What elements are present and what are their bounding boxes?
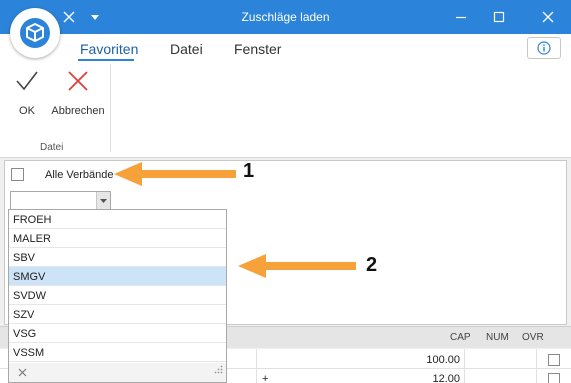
minimize-icon (456, 16, 466, 19)
resize-grip-icon[interactable] (214, 361, 223, 379)
annotation-arrow-1 (114, 162, 236, 186)
close-icon (18, 368, 27, 377)
cube-icon (20, 18, 50, 48)
ribbon-tab-bar: Favoriten Datei Fenster (0, 34, 571, 62)
row-checkbox[interactable] (548, 354, 560, 366)
all-associations-label: Alle Verbände (45, 169, 114, 181)
overwrite-indicator: OVR (522, 332, 544, 343)
list-item-selected[interactable]: SMGV (9, 267, 226, 286)
info-icon (537, 41, 551, 55)
association-combobox[interactable] (10, 191, 111, 210)
help-button[interactable] (527, 37, 561, 59)
annotation-badge-1: 1 (243, 160, 255, 182)
list-item[interactable]: MALER (9, 229, 226, 248)
row-value: 100.00 (426, 354, 460, 366)
combo-dropdown-button[interactable] (96, 192, 110, 209)
list-item[interactable]: SZV (9, 305, 226, 324)
annotation-badge-2: 2 (366, 254, 378, 276)
close-icon (542, 11, 554, 23)
cancel-x-icon (68, 71, 88, 91)
tab-favoriten[interactable]: Favoriten (80, 41, 138, 57)
dropdown-footer (9, 363, 226, 382)
minimize-button[interactable] (441, 0, 481, 34)
row-checkbox[interactable] (548, 373, 560, 383)
tab-fenster[interactable]: Fenster (234, 41, 281, 57)
annotation-arrow-2 (238, 254, 356, 278)
cancel-label: Abbrechen (51, 105, 105, 117)
list-item[interactable]: FROEH (9, 210, 226, 229)
ok-button[interactable]: OK (4, 68, 50, 128)
list-item[interactable]: VSSM (9, 343, 226, 362)
list-item[interactable]: VSG (9, 324, 226, 343)
grid-column-divider (464, 349, 465, 383)
clear-selection-button[interactable] (18, 365, 27, 380)
cancel-button[interactable]: Abbrechen (50, 68, 106, 128)
caps-lock-indicator: CAP (450, 332, 471, 343)
ribbon-panel: OK Abbrechen Datei (0, 62, 571, 158)
app-logo[interactable] (10, 8, 60, 58)
tab-datei[interactable]: Datei (170, 41, 203, 57)
all-associations-checkbox[interactable] (11, 168, 24, 181)
association-dropdown-list: FROEH MALER SBV SMGV SVDW SZV VSG VSSM (8, 209, 227, 383)
maximize-button[interactable] (479, 0, 519, 34)
dialog-window: Zuschläge laden Favoriten Datei Fenster (0, 0, 571, 383)
chevron-down-icon (100, 198, 107, 203)
ok-label: OK (19, 105, 35, 117)
ribbon-group-separator (110, 64, 111, 152)
row-sign: + (262, 373, 269, 383)
window-close-button[interactable] (528, 0, 568, 34)
list-item[interactable]: SBV (9, 248, 226, 267)
maximize-icon (493, 11, 505, 23)
grid-column-divider (536, 349, 537, 383)
checkmark-icon (16, 71, 38, 91)
title-bar: Zuschläge laden (0, 0, 571, 34)
active-tab-indicator (78, 59, 134, 61)
row-value: 12.00 (432, 373, 460, 383)
list-item[interactable]: SVDW (9, 286, 226, 305)
grid-column-divider (256, 349, 257, 383)
ribbon-group-label: Datei (40, 142, 64, 153)
num-lock-indicator: NUM (486, 332, 509, 343)
